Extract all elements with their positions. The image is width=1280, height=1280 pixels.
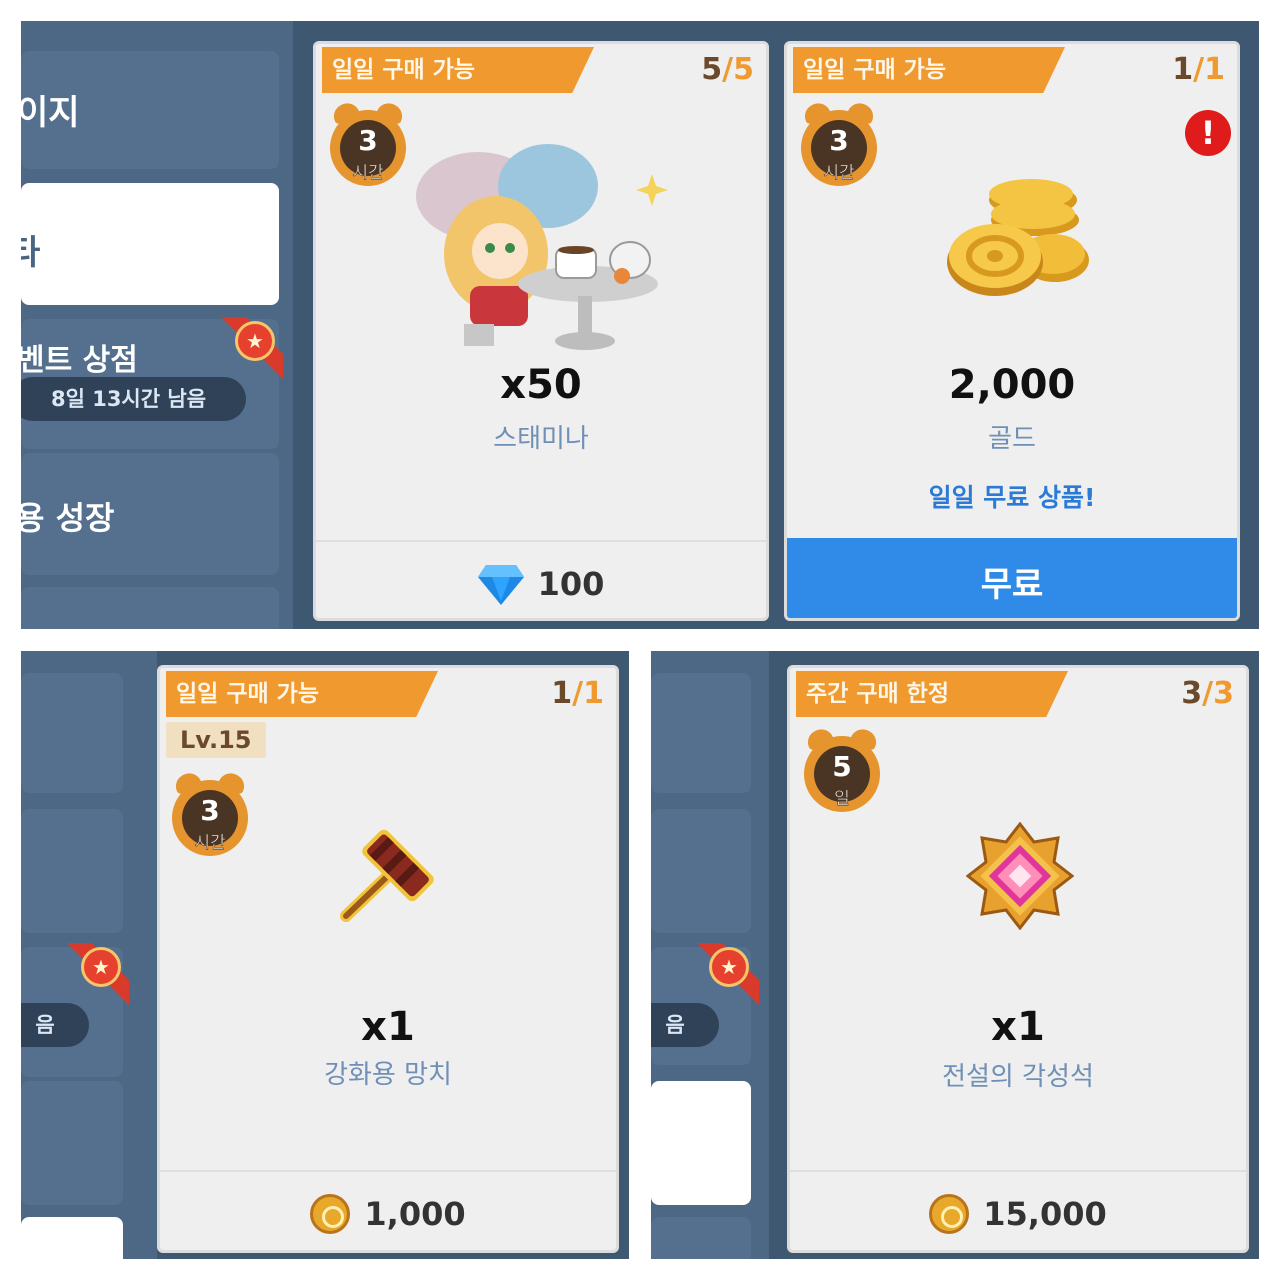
shop-card-gold[interactable]: 일일 구매 가능 1/1 ! 3 시간 2,000 골드 일일 무료 상품! 무… xyxy=(784,41,1240,621)
stamina-character-icon xyxy=(416,144,668,350)
item-name: 스태미나 xyxy=(493,424,589,454)
hammer-icon xyxy=(340,829,434,922)
alert-icon: ! xyxy=(1185,110,1231,156)
timer-value: 3 xyxy=(200,794,220,827)
awakening-stone-icon xyxy=(966,822,1074,930)
gold-coin-icon xyxy=(310,1194,351,1234)
free-claim-button[interactable]: 무료 xyxy=(787,538,1237,618)
event-shop-timer-pill: 음 xyxy=(21,1003,89,1047)
timer-value: 3 xyxy=(358,124,378,157)
sidebar-item-5[interactable] xyxy=(651,1217,751,1259)
sidebar-item-selected[interactable]: 타 xyxy=(21,183,279,305)
purchase-count: 1/1 xyxy=(551,676,604,711)
sidebar: 이지 타 벤트 상점 8일 13시간 남음 ★ 용 성장 xyxy=(21,21,293,629)
gold-coin-icon xyxy=(929,1194,970,1234)
remaining-fragment: 음 xyxy=(665,1013,685,1037)
shop-card-hammer[interactable]: 일일 구매 가능 1/1 Lv.15 3 시간 x1 강화용 망치 1,000 xyxy=(157,665,619,1253)
price-divider xyxy=(316,540,766,542)
purchase-count: 3/3 xyxy=(1181,676,1234,711)
timer-value: 5 xyxy=(832,750,852,783)
bottom-right-shop-panel: 음 ★ 주간 구매 한정 3/3 5 일 x1 전설의 각성석 15,000 xyxy=(651,651,1259,1259)
top-shop-panel: 이지 타 벤트 상점 8일 13시간 남음 ★ 용 성장 일일 구매 가능 5/… xyxy=(21,21,1259,629)
price-row[interactable]: 1,000 xyxy=(160,1186,616,1242)
growth-label: 용 성장 xyxy=(21,499,115,537)
sidebar-item-1[interactable]: 이지 xyxy=(21,51,279,169)
price-value: 1,000 xyxy=(364,1195,466,1233)
item-name: 골드 xyxy=(988,424,1036,454)
sidebar-item-2-label: 타 xyxy=(21,233,41,273)
alarm-clock-icon: 3 시간 xyxy=(328,99,408,188)
item-name: 전설의 각성석 xyxy=(942,1062,1094,1092)
alarm-clock-icon: 3 시간 xyxy=(799,99,879,188)
item-quantity: 2,000 xyxy=(948,362,1076,408)
alarm-clock-icon: 5 일 xyxy=(802,725,882,814)
alarm-clock-icon: 3 시간 xyxy=(170,769,250,858)
purchase-count: 5/5 xyxy=(701,52,754,87)
timer-unit: 시간 xyxy=(352,163,384,184)
diamond-icon xyxy=(477,565,524,605)
timer-unit: 시간 xyxy=(194,833,226,854)
sidebar-item-2[interactable] xyxy=(651,809,751,933)
timer-value: 3 xyxy=(829,124,849,157)
gold-coins-icon xyxy=(947,179,1089,296)
sidebar-item-growth[interactable] xyxy=(21,1081,123,1205)
purchase-limit-tag: 일일 구매 가능 xyxy=(793,47,1065,93)
shop-card-awakening-stone[interactable]: 주간 구매 한정 3/3 5 일 x1 전설의 각성석 15,000 xyxy=(787,665,1249,1253)
level-requirement-badge: Lv.15 xyxy=(166,722,266,758)
event-shop-label: 벤트 상점 xyxy=(21,343,138,378)
star-icon: ★ xyxy=(81,947,121,987)
item-quantity: x1 xyxy=(361,1004,415,1050)
price-divider xyxy=(790,1170,1246,1172)
purchase-count: 1/1 xyxy=(1172,52,1225,87)
event-shop-remaining: 8일 13시간 남음 xyxy=(50,387,207,411)
sidebar: 음 ★ xyxy=(21,651,157,1259)
price-row[interactable]: 15,000 xyxy=(790,1186,1246,1242)
sidebar-item-1[interactable] xyxy=(651,673,751,793)
purchase-limit-tag: 일일 구매 가능 xyxy=(322,47,594,93)
purchase-limit-tag: 주간 구매 한정 xyxy=(796,671,1068,717)
daily-free-promo: 일일 무료 상품! xyxy=(928,483,1096,512)
sidebar-item-2[interactable] xyxy=(21,809,123,933)
shop-card-stamina[interactable]: 일일 구매 가능 5/5 3 시간 x50 스태미나 100 xyxy=(313,41,769,621)
price-divider xyxy=(160,1170,616,1172)
bottom-left-shop-panel: 음 ★ 일일 구매 가능 1/1 Lv.15 3 시간 x1 강화용 망치 1,… xyxy=(21,651,629,1259)
price-row[interactable]: 100 xyxy=(316,556,766,612)
star-icon: ★ xyxy=(235,321,275,361)
star-icon: ★ xyxy=(709,947,749,987)
timer-unit: 시간 xyxy=(823,163,855,184)
sidebar-item-1-label: 이지 xyxy=(21,93,80,133)
price-value: 15,000 xyxy=(983,1195,1107,1233)
item-name: 강화용 망치 xyxy=(324,1060,452,1090)
timer-unit: 일 xyxy=(834,789,850,810)
price-value: 100 xyxy=(537,565,605,603)
event-shop-timer-pill: 8일 13시간 남음 xyxy=(21,377,246,421)
remaining-fragment: 음 xyxy=(35,1013,55,1037)
purchase-limit-tag: 일일 구매 가능 xyxy=(166,671,438,717)
sidebar: 음 ★ xyxy=(651,651,769,1259)
sidebar-item-1[interactable] xyxy=(21,673,123,793)
sidebar-item-selected[interactable] xyxy=(651,1081,751,1205)
sidebar-item-growth[interactable]: 용 성장 xyxy=(21,453,279,575)
event-shop-timer-pill: 음 xyxy=(651,1003,719,1047)
sidebar-item-selected[interactable] xyxy=(21,1217,123,1259)
item-quantity: x50 xyxy=(500,362,582,408)
item-quantity: x1 xyxy=(991,1004,1045,1050)
sidebar-item-5[interactable] xyxy=(21,587,279,629)
